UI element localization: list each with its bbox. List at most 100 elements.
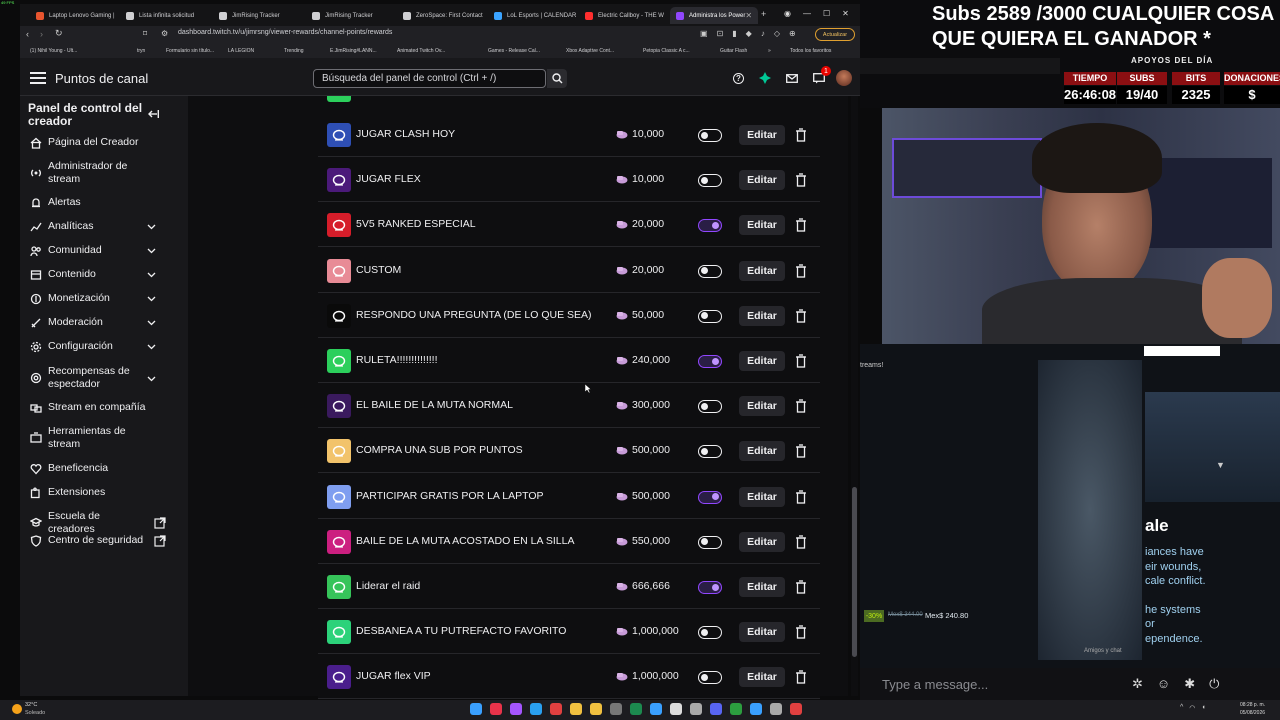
taskbar-app-icon[interactable]: [550, 703, 562, 715]
sidebar-item[interactable]: Comunidad: [30, 244, 180, 257]
chevron-down-icon[interactable]: [147, 342, 156, 351]
external-link-icon[interactable]: [154, 534, 166, 547]
taskbar-app-icon[interactable]: [530, 703, 542, 715]
sidebar-item[interactable]: Recompensas de espectador: [30, 365, 180, 391]
bookmark-item[interactable]: Games - Release Cal...: [488, 48, 540, 54]
reward-toggle[interactable]: [698, 264, 722, 278]
edit-button[interactable]: Editar: [739, 577, 785, 597]
search-button[interactable]: [547, 69, 567, 88]
trash-icon[interactable]: [795, 218, 807, 233]
trash-icon[interactable]: [795, 625, 807, 639]
chat-input[interactable]: Type a message...: [882, 677, 988, 692]
reward-toggle[interactable]: [698, 174, 722, 188]
menu-icon[interactable]: [30, 72, 46, 84]
friends-chat-label[interactable]: Amigos y chat: [1084, 648, 1122, 654]
reload-icon[interactable]: ↻: [55, 28, 63, 39]
edit-button[interactable]: Editar: [739, 622, 785, 643]
close-window-icon[interactable]: ✕: [842, 9, 849, 18]
sidebar-item[interactable]: Extensiones: [30, 486, 180, 499]
back-icon[interactable]: ‹: [26, 29, 29, 39]
power-icon[interactable]: ⏻: [1209, 676, 1219, 692]
bug-icon[interactable]: ✱: [1184, 676, 1195, 692]
edit-button[interactable]: Editar: [739, 170, 785, 191]
chevron-down-icon[interactable]: [147, 246, 156, 255]
sidebar-item[interactable]: Contenido: [30, 268, 180, 281]
edit-button[interactable]: Editar: [739, 441, 785, 462]
external-link-icon[interactable]: [154, 517, 166, 529]
bookmark-item[interactable]: Xbox Adaptive Cont...: [566, 48, 614, 54]
trash-icon[interactable]: [795, 309, 807, 323]
bookmark-item[interactable]: LA LEGION: [228, 48, 254, 54]
crown-icon[interactable]: [759, 72, 771, 84]
sidebar-item[interactable]: Beneficencia: [30, 462, 180, 475]
wifi-icon[interactable]: ◠: [1189, 704, 1195, 712]
taskbar-app-icon[interactable]: [750, 703, 762, 715]
update-button[interactable]: Actualizar: [815, 28, 855, 41]
inbox-icon[interactable]: [786, 74, 798, 83]
bookmark-item[interactable]: (1) Nihil Young - Ult...: [30, 48, 77, 54]
volume-icon[interactable]: ◖: [1201, 704, 1205, 712]
taskbar-app-icon[interactable]: [770, 703, 782, 715]
sidebar-item[interactable]: Página del Creador: [30, 136, 180, 149]
browser-tab[interactable]: Lista infinita solicitud: [120, 7, 212, 24]
forward-icon[interactable]: ›: [40, 29, 43, 39]
trash-icon[interactable]: [795, 128, 807, 142]
chevron-down-icon[interactable]: [147, 374, 156, 383]
browser-tab[interactable]: ZeroSpace: First Contact: [397, 7, 487, 24]
scrollbar-thumb[interactable]: [852, 487, 857, 657]
reward-toggle[interactable]: [698, 445, 722, 459]
trash-icon[interactable]: [795, 399, 807, 413]
bookmark-item[interactable]: Trending: [284, 48, 304, 54]
trash-icon[interactable]: [795, 173, 807, 187]
browser-tab[interactable]: JimRising Tracker: [213, 7, 305, 24]
sidebar-item[interactable]: Stream en compañía: [30, 401, 180, 414]
chevron-down-icon[interactable]: [147, 270, 156, 279]
taskbar-app-icon[interactable]: [690, 703, 702, 715]
edit-button[interactable]: Editar: [739, 351, 785, 371]
edit-button[interactable]: Editar: [739, 260, 785, 281]
browser-tab[interactable]: JimRising Tracker: [306, 7, 396, 24]
bookmark-item[interactable]: Animated Twitch Ov...: [397, 48, 445, 54]
sidebar-item[interactable]: Centro de seguridad: [30, 534, 180, 547]
trash-icon[interactable]: [795, 535, 807, 549]
collapse-sidebar-icon[interactable]: [148, 109, 159, 119]
browser-tab[interactable]: Laptop Lenovo Gaming |: [30, 7, 120, 24]
new-tab-icon[interactable]: +: [761, 9, 766, 19]
sidebar-item[interactable]: Moderación: [30, 316, 180, 329]
reward-toggle[interactable]: [698, 219, 722, 233]
edit-button[interactable]: Editar: [739, 305, 785, 326]
taskbar-app-icon[interactable]: [470, 703, 482, 715]
avatar[interactable]: [836, 70, 852, 86]
reward-toggle[interactable]: [698, 400, 722, 414]
trash-icon[interactable]: [795, 263, 807, 278]
edit-button[interactable]: Editar: [739, 215, 785, 236]
chevron-down-icon[interactable]: [147, 318, 156, 327]
profile-icon[interactable]: ◉: [784, 9, 791, 18]
edit-button[interactable]: Editar: [739, 531, 785, 552]
bookmark-item[interactable]: Petopia Classic A c...: [643, 48, 690, 54]
sidebar-item[interactable]: Herramientas de stream: [30, 425, 180, 451]
search-input[interactable]: Búsqueda del panel de control (Ctrl + /): [313, 69, 546, 88]
taskbar-app-icon[interactable]: [630, 703, 642, 715]
taskbar-app-icon[interactable]: [590, 703, 602, 715]
bookmark-item[interactable]: Todos los favoritos: [790, 48, 831, 54]
chevron-down-icon[interactable]: [147, 222, 156, 231]
bookmark-icon[interactable]: ⌑: [143, 29, 147, 38]
browser-tab[interactable]: Administra los Power ✕: [670, 7, 758, 24]
bookmark-item[interactable]: Formulario sin título...: [166, 48, 214, 54]
bookmark-item[interactable]: tryn: [137, 48, 145, 54]
reward-toggle[interactable]: [698, 626, 722, 640]
trash-icon[interactable]: [795, 489, 807, 504]
trash-icon[interactable]: [795, 670, 807, 685]
discord-icon[interactable]: ☺: [1157, 676, 1170, 692]
sidebar-item[interactable]: Escuela de creadores: [30, 510, 180, 536]
taskbar-app-icon[interactable]: [650, 703, 662, 715]
edit-button[interactable]: Editar: [739, 486, 785, 507]
trash-icon[interactable]: [795, 444, 807, 459]
edit-button[interactable]: Editar: [739, 396, 785, 417]
bookmark-item[interactable]: E.JimRising#LANN...: [330, 48, 377, 54]
site-info-icon[interactable]: ⚙: [161, 29, 168, 38]
taskbar-app-icon[interactable]: [610, 703, 622, 715]
trash-icon[interactable]: [795, 580, 807, 594]
maximize-icon[interactable]: ☐: [823, 9, 830, 18]
